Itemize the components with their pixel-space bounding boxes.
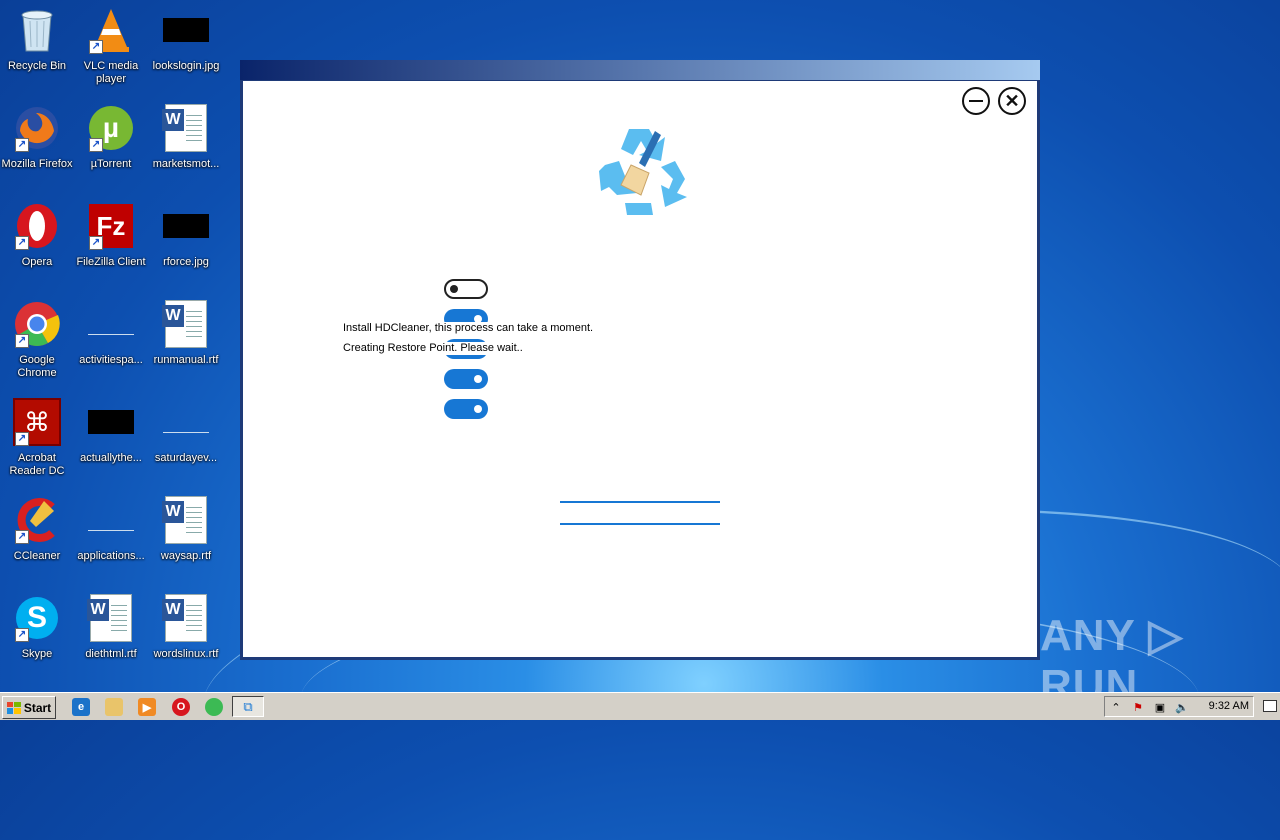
ccleaner-icon: ↗: [13, 496, 61, 544]
file-icon: [87, 300, 135, 348]
taskbar-installer-task[interactable]: ⧉: [232, 696, 264, 717]
desktop-icon-vlc[interactable]: ↗ VLC media player: [74, 6, 148, 86]
desktop-icon-label: rforce.jpg: [163, 256, 209, 268]
desktop-icon-waysap[interactable]: waysap.rtf: [149, 496, 223, 563]
desktop-icon-label: Acrobat Reader DC: [9, 452, 65, 477]
firefox-icon: ↗: [13, 104, 61, 152]
desktop-icon-label: diethtml.rtf: [85, 648, 137, 660]
desktop-icon-label: Skype: [21, 648, 53, 660]
restore-point-status-text: Creating Restore Point. Please wait..: [342, 342, 524, 355]
desktop-icon-actuallythe[interactable]: actuallythe...: [74, 398, 148, 465]
desktop-icon-diethtml[interactable]: diethtml.rtf: [74, 594, 148, 661]
vlc-icon: ↗: [87, 6, 135, 54]
volume-icon[interactable]: 🔈: [1175, 700, 1189, 714]
desktop-icon-skype[interactable]: S ↗ Skype: [0, 594, 74, 661]
filezilla-icon: Fz ↗: [87, 202, 135, 250]
minimize-button[interactable]: [962, 87, 990, 115]
installer-window: ✕ Install HDCleaner, this process can ta…: [240, 60, 1040, 660]
taskbar-clock[interactable]: 9:32 AM: [1209, 700, 1249, 712]
progress-line: [560, 523, 720, 525]
desktop-icon-label: waysap.rtf: [160, 550, 212, 562]
word-document-icon: [162, 104, 210, 152]
desktop-icon-rforce[interactable]: rforce.jpg: [149, 202, 223, 269]
media-player-icon[interactable]: ▶: [138, 698, 156, 716]
option-toggle-1[interactable]: [444, 279, 488, 299]
file-icon: [162, 398, 210, 446]
show-desktop-icon: [1263, 700, 1277, 712]
opera-icon[interactable]: O: [172, 698, 190, 716]
desktop-icon-label: FileZilla Client: [76, 256, 146, 268]
opera-icon: ↗: [13, 202, 61, 250]
option-toggle-4[interactable]: [444, 369, 488, 389]
internet-explorer-icon[interactable]: e: [72, 698, 90, 716]
desktop-icon-opera[interactable]: ↗ Opera: [0, 202, 74, 269]
desktop-icon-recycle-bin[interactable]: Recycle Bin: [0, 6, 74, 73]
hdcleaner-task-icon: ⧉: [243, 698, 253, 714]
skype-icon: S ↗: [13, 594, 61, 642]
desktop-icon-label: Google Chrome: [17, 354, 57, 379]
desktop-icon-utorrent[interactable]: µ ↗ µTorrent: [74, 104, 148, 171]
recycle-bin-icon: [13, 6, 61, 54]
desktop-icon-label: runmanual.rtf: [153, 354, 219, 366]
word-document-icon: [87, 594, 135, 642]
desktop-icon-chrome[interactable]: ↗ Google Chrome: [0, 300, 74, 380]
start-button[interactable]: Start: [2, 696, 56, 719]
desktop-icon-label: CCleaner: [13, 550, 61, 562]
desktop-icon-saturdayev[interactable]: saturdayev...: [149, 398, 223, 465]
desktop-icon-label: wordslinux.rtf: [153, 648, 219, 660]
option-toggle-5[interactable]: [444, 399, 488, 419]
desktop-icon-label: Recycle Bin: [7, 60, 67, 72]
folder-icon[interactable]: [105, 698, 123, 716]
minus-icon: [969, 100, 983, 102]
progress-line: [560, 501, 720, 503]
desktop-icon-wordslinux[interactable]: wordslinux.rtf: [149, 594, 223, 661]
desktop-icon-label: VLC media player: [83, 60, 139, 85]
desktop-icon-label: activitiespa...: [79, 354, 143, 366]
chrome-icon[interactable]: [205, 698, 223, 716]
network-icon[interactable]: ▣: [1153, 700, 1167, 714]
desktop-icon-label: Mozilla Firefox: [1, 158, 73, 170]
desktop-icon-label: lookslogin.jpg: [152, 60, 220, 72]
desktop-icon-label: µTorrent: [90, 158, 132, 170]
chrome-icon: ↗: [13, 300, 61, 348]
acrobat-icon: ⌘ ↗: [13, 398, 61, 446]
desktop-icon-activitiespa[interactable]: activitiespa...: [74, 300, 148, 367]
desktop-icon-firefox[interactable]: ↗ Mozilla Firefox: [0, 104, 74, 171]
window-titlebar[interactable]: [240, 60, 1040, 80]
system-tray: ⌃ ⚑ ▣ 🔈 9:32 AM: [1104, 696, 1254, 717]
desktop-icon-lookslogin[interactable]: lookslogin.jpg: [149, 6, 223, 73]
image-file-icon: [87, 398, 135, 446]
windows-logo-icon: [6, 701, 21, 714]
desktop-icon-runmanual[interactable]: runmanual.rtf: [149, 300, 223, 367]
desktop-icon-label: actuallythe...: [80, 452, 142, 464]
action-center-icon[interactable]: ⚑: [1131, 700, 1145, 714]
word-document-icon: [162, 594, 210, 642]
utorrent-icon: µ ↗: [87, 104, 135, 152]
desktop-icon-label: saturdayev...: [154, 452, 218, 464]
desktop-icon-acrobat[interactable]: ⌘ ↗ Acrobat Reader DC: [0, 398, 74, 478]
desktop-icon-label: applications...: [77, 550, 145, 562]
desktop-icon-label: Opera: [21, 256, 53, 268]
tray-expand-icon[interactable]: ⌃: [1109, 700, 1123, 714]
desktop-icon-label: marketsmot...: [152, 158, 220, 170]
desktop-icon-filezilla[interactable]: Fz ↗ FileZilla Client: [74, 202, 148, 269]
hdcleaner-logo-icon: [591, 121, 691, 221]
image-file-icon: [162, 202, 210, 250]
start-label: Start: [23, 700, 52, 715]
desktop-icon-marketsmot[interactable]: marketsmot...: [149, 104, 223, 171]
close-button[interactable]: ✕: [998, 87, 1026, 115]
install-status-text: Install HDCleaner, this process can take…: [342, 322, 595, 335]
taskbar: Start e ▶ O ⧉ ⌃ ⚑ ▣ 🔈 9:32 AM: [0, 692, 1280, 720]
installer-client-area: ✕ Install HDCleaner, this process can ta…: [243, 81, 1037, 657]
close-icon: ✕: [1004, 91, 1020, 111]
desktop-icon-applications[interactable]: applications...: [74, 496, 148, 563]
image-file-icon: [162, 6, 210, 54]
file-icon: [87, 496, 135, 544]
word-document-icon: [162, 300, 210, 348]
word-document-icon: [162, 496, 210, 544]
desktop-icon-ccleaner[interactable]: ↗ CCleaner: [0, 496, 74, 563]
show-desktop-button[interactable]: [1262, 696, 1278, 716]
